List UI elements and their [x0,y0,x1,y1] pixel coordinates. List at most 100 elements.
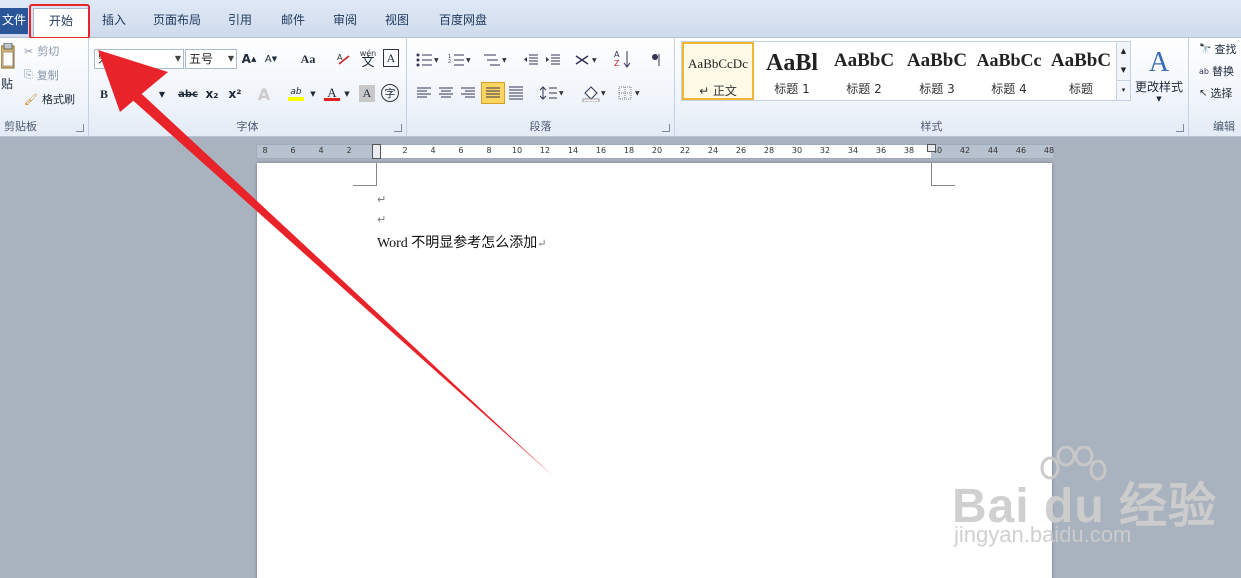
replace-icon: ab [1199,66,1209,76]
ruler-tick-label: 2 [402,146,408,155]
scroll-down-icon[interactable]: ▼ [1117,61,1130,80]
align-right-icon[interactable] [459,84,477,102]
tab-insert[interactable]: 插入 [96,9,132,33]
ruler-tick-label: 42 [959,146,971,155]
paste-button[interactable]: 贴 [0,74,14,92]
bold-button[interactable]: B [97,84,111,104]
borders-icon[interactable]: ▼ [617,84,645,102]
increase-indent-icon[interactable] [543,50,563,70]
grow-font-button[interactable]: A ▲ [241,49,257,69]
tab-references[interactable]: 引用 [222,9,258,33]
style-tile[interactable]: AaBbCc 标题 4 [973,42,1045,100]
align-center-icon[interactable] [437,84,455,102]
font-dialog-launcher-icon[interactable] [394,124,402,132]
ruler-tick-label: 22 [679,146,691,155]
clipboard-group-label: 剪贴板 [4,120,37,133]
font-size-combo[interactable]: 五号 ▼ [185,49,237,69]
enclose-character-button[interactable]: 字 [381,84,399,102]
tab-file[interactable]: 文件 [0,8,28,34]
style-tile[interactable]: AaBbC 标题 3 [901,42,973,100]
crop-mark-top-right [931,163,955,186]
ruler-tick-label: 14 [567,146,579,155]
paragraph-shading-icon[interactable]: ▼ [581,82,609,104]
superscript-button[interactable]: x² [226,84,244,104]
gallery-scrollbar[interactable]: ▲ ▼ ▾ [1116,42,1130,100]
change-styles-button[interactable]: A 更改样式 ▼ [1134,40,1184,110]
multilevel-list-icon[interactable]: ▼ [481,50,509,70]
clear-format-icon[interactable]: A [335,49,353,69]
clipboard-dialog-launcher-icon[interactable] [76,124,84,132]
ruler-tick-label: 16 [595,146,607,155]
tab-review[interactable]: 审阅 [327,9,363,33]
text-effects-icon[interactable]: A [254,84,274,104]
change-case-button[interactable]: Aa [295,49,321,69]
subscript-button[interactable]: x₂ [203,84,221,104]
find-button[interactable]: 🔭 查找 [1199,40,1236,58]
svg-text:Z: Z [614,59,620,68]
style-sample: AaBbC [1050,50,1112,71]
pinyin-guide-button[interactable]: wén 文 [357,46,379,70]
cut-button[interactable]: ✂ 剪切 [24,41,59,61]
shrink-font-button[interactable]: A ▼ [263,49,279,69]
paragraph-group-label: 段落 [529,120,552,133]
scissors-icon: ✂ [24,44,34,58]
scroll-up-icon[interactable]: ▲ [1117,42,1130,61]
editing-group: 🔭 查找 ab 替换 ↖ 选择 编辑 [1189,38,1241,137]
copy-button[interactable]: ⎘ 复制 [24,65,59,85]
svg-text:▼: ▼ [601,90,606,97]
dropdown-arrow-icon: ▼ [227,54,234,63]
ruler-tick-label: 4 [430,146,436,155]
document-text-line[interactable]: Word 不明显参考怎么添加↵ [377,232,546,252]
crop-mark-top-left [353,163,377,186]
styles-dialog-launcher-icon[interactable] [1176,124,1184,132]
justify-icon[interactable] [481,82,505,104]
line-spacing-icon[interactable]: ▼ [539,84,565,102]
format-painter-button[interactable]: 🖌 格式刷 [24,89,75,109]
highlight-color-button[interactable]: ab [285,84,307,104]
style-tile[interactable]: AaBbC 标题 2 [828,42,900,100]
style-gallery: AaBbCcDc ↵ 正文 AaBl 标题 1 AaBbC 标题 2 AaBbC 标题 3 Aa… [681,41,1131,101]
gallery-more-icon[interactable]: ▾ [1117,80,1130,98]
style-tile[interactable]: AaBbC 标题 [1045,42,1117,100]
numbering-icon[interactable]: 1 2 ▼ [447,50,473,70]
paragraph-dialog-launcher-icon[interactable] [662,124,670,132]
strikethrough-button[interactable]: abc [177,84,199,104]
horizontal-ruler[interactable]: 8 6 4 2 2 4 6 8 10 12 14 16 18 20 22 24 26 28 30 32 34 36 38 40… [256,144,1055,159]
character-border-button[interactable]: A [383,49,399,67]
tab-baidu-pan[interactable]: 百度网盘 [431,9,495,33]
tab-home[interactable]: 开始 [33,8,89,38]
style-name: 标题 4 [991,82,1027,96]
right-indent-marker-icon[interactable] [927,144,936,152]
bullets-icon[interactable]: ▼ [415,50,441,70]
font-color-dropdown-icon[interactable]: ▼ [343,84,351,104]
underline-dropdown-icon[interactable]: ▼ [155,84,169,104]
sort-icon[interactable]: AZ [613,48,633,70]
font-name-combo[interactable]: 宋 ▼ [94,49,184,69]
paragraph-mark: ↵ [377,193,387,206]
show-formatting-marks-icon[interactable] [649,50,665,70]
decrease-indent-icon[interactable] [521,50,541,70]
chinese-layout-icon[interactable]: ▼ [573,50,601,70]
style-tile[interactable]: AaBl 标题 1 [756,42,828,100]
document-page[interactable]: ↵ ↵ Word 不明显参考怎么添加↵ [257,163,1052,578]
style-name: 标题 3 [919,82,955,96]
style-tile[interactable]: AaBbCcDc ↵ 正文 [682,42,754,100]
font-color-button[interactable]: A [323,84,341,104]
replace-button[interactable]: ab 替换 [1199,62,1234,80]
change-styles-icon: A [1148,46,1170,78]
select-button[interactable]: ↖ 选择 [1199,84,1232,102]
italic-button[interactable]: I [119,84,133,104]
style-sample: AaBl [765,50,818,76]
paste-icon[interactable] [0,42,16,70]
styles-group-label: 样式 [920,120,943,133]
tab-page-layout[interactable]: 页面布局 [146,9,208,33]
indent-marker-icon[interactable] [372,144,381,159]
ruler-tick-label: 48 [1043,146,1055,155]
distributed-align-icon[interactable] [507,84,525,102]
character-shading-button[interactable]: A [359,85,375,102]
style-sample: AaBbCc [976,50,1042,70]
tab-mailings[interactable]: 邮件 [275,9,311,33]
tab-view[interactable]: 视图 [379,9,415,33]
highlight-dropdown-icon[interactable]: ▼ [309,84,317,104]
align-left-icon[interactable] [415,84,433,102]
